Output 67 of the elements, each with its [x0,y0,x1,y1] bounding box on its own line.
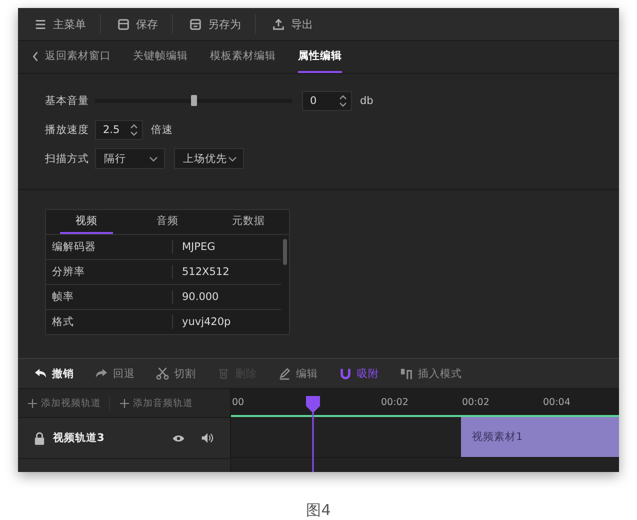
tool-button[interactable]: 回退 [95,366,135,380]
trash-icon [217,367,230,380]
tab[interactable]: 音频 [141,210,194,234]
unit-label: 倍速 [151,122,173,136]
tab[interactable]: 模板素材编辑 [210,41,276,73]
tool-button[interactable]: 插入模式 [400,366,462,380]
speaker-icon[interactable] [201,432,214,444]
tab[interactable]: 视频 [60,210,113,234]
save-as-icon [189,18,202,30]
tool-button[interactable]: 撤销 [34,366,74,380]
save-icon [117,18,130,30]
plus-icon [120,398,129,408]
slider-thumb[interactable] [190,94,196,106]
scrollbar[interactable] [283,239,287,265]
toolbar-button[interactable]: 导出 [270,8,327,40]
speed-field[interactable]: 2.5 [95,120,143,140]
toolbar-button[interactable]: 另存为 [187,8,255,40]
playhead[interactable] [305,396,321,472]
time-label: 00 [231,397,244,408]
chevron-down-icon [228,156,237,162]
field-label: 基本音量 [45,94,90,108]
chevron-down-icon [149,156,158,162]
stepper-icon [130,122,138,136]
table-cell-text: 512X512 [181,266,230,278]
back-link[interactable]: 返回素材窗口 [32,41,111,73]
figure-caption: 图4 [305,501,332,520]
magnet-icon [339,367,352,380]
table-cell: 格式 [46,315,173,329]
insert-icon [400,367,413,380]
scissors-icon [156,367,169,380]
unit-label: db [360,94,374,106]
lock-icon[interactable] [34,432,45,444]
stepper-icon [339,94,347,108]
table-cell-text: MJPEG [181,241,216,253]
undo-icon [34,367,47,380]
table-cell: 帧率 [46,290,173,304]
volume-field[interactable]: 0 [302,90,352,110]
field-label: 播放速度 [45,122,90,136]
tab[interactable]: 关键帧编辑 [133,41,188,73]
toolbar-button[interactable]: 主菜单 [32,8,100,40]
toolbar-button[interactable]: 保存 [115,8,172,40]
tool-button[interactable]: 编辑 [278,366,318,380]
table-cell: 编解码器 [46,240,173,254]
dropdown[interactable]: 隔行 [95,148,165,169]
dropdown[interactable]: 上场优先 [174,148,244,169]
table-cell: 分辨率 [46,265,173,279]
add-track-button[interactable]: 添加音频轨道 [110,396,201,410]
table-cell-text: yuvj420p [181,316,231,328]
redo-icon [95,367,108,380]
export-icon [272,18,285,30]
tool-button[interactable]: 切割 [156,366,196,380]
field-label: 扫描方式 [45,152,90,166]
time-label: 00:04 [542,397,570,408]
table-cell-text: 90.000 [181,291,219,303]
chevron-left-icon [32,50,39,62]
tab[interactable]: 元数据 [222,210,275,234]
tab[interactable]: 属性编辑 [298,41,342,73]
pencil-icon [278,367,291,380]
plus-icon [28,398,37,408]
time-label: 00:02 [380,397,408,408]
menu-icon [34,18,47,30]
time-label: 00:02 [461,397,490,408]
track-name: 视频轨道3 [53,431,106,445]
time-ruler[interactable]: 00 00:02 00:02 00:04 [231,389,619,417]
video-clip[interactable]: 视频素材1 [461,417,619,457]
eye-icon[interactable] [172,434,185,442]
add-track-button[interactable]: 添加视频轨道 [18,396,110,410]
